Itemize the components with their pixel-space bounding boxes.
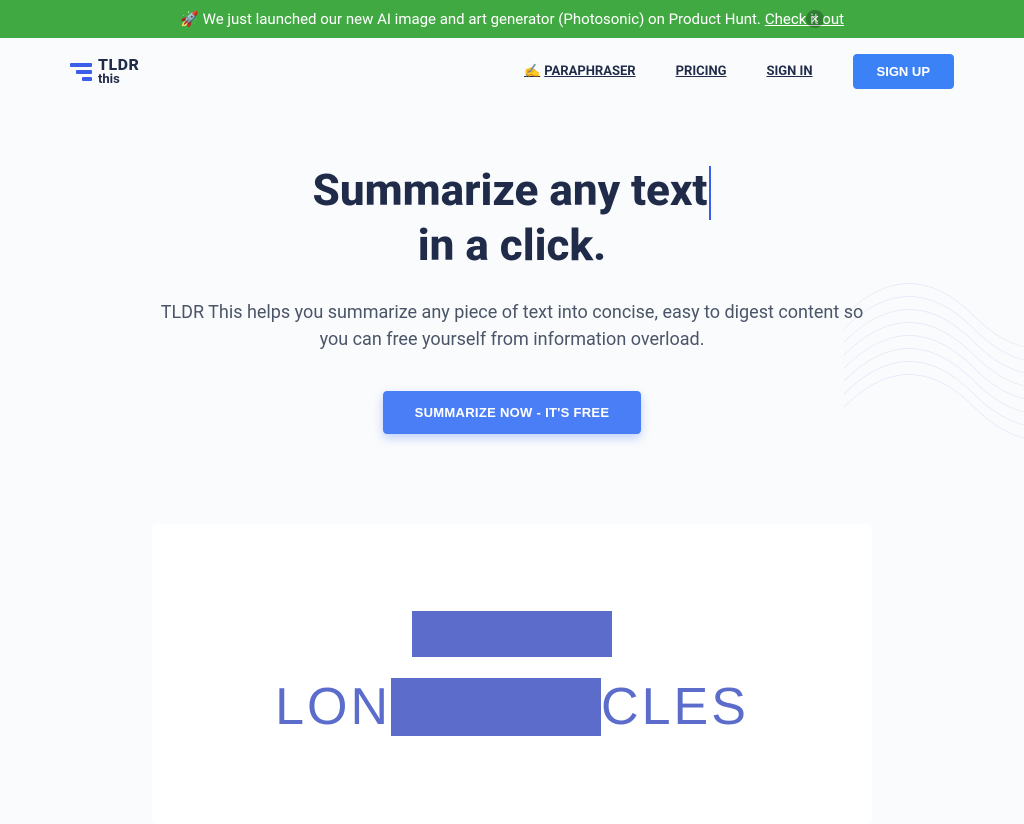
announcement-link[interactable]: Check it out xyxy=(765,10,844,28)
announcement-bar: 🚀 We just launched our new AI image and … xyxy=(0,0,1024,38)
logo-icon xyxy=(70,63,92,81)
demo-text-right: CLES xyxy=(601,677,749,737)
demo-text-left: LON xyxy=(275,677,391,737)
logo-text-tldr: TLDR xyxy=(98,57,139,73)
wave-decoration xyxy=(844,225,1024,485)
writing-hand-icon: ✍️ xyxy=(524,64,540,79)
header: TLDR this ✍️ PARAPHRASER PRICING SIGN IN… xyxy=(0,38,1024,105)
logo[interactable]: TLDR this xyxy=(70,57,139,86)
signup-button[interactable]: SIGN UP xyxy=(853,54,954,89)
nav-signin[interactable]: SIGN IN xyxy=(766,64,812,79)
typing-cursor xyxy=(709,166,711,220)
announcement-text: We just launched our new AI image and ar… xyxy=(203,10,761,28)
nav-paraphraser[interactable]: ✍️ PARAPHRASER xyxy=(524,64,636,79)
demo-highlight-block-2 xyxy=(391,678,601,736)
nav: ✍️ PARAPHRASER PRICING SIGN IN SIGN UP xyxy=(524,54,954,89)
summarize-now-button[interactable]: SUMMARIZE NOW - IT'S FREE xyxy=(383,391,642,434)
rocket-icon: 🚀 xyxy=(180,10,199,28)
nav-pricing[interactable]: PRICING xyxy=(676,64,727,79)
demo-panel: LON CLES xyxy=(152,524,872,824)
logo-text-this: this xyxy=(98,73,139,86)
hero-section: Summarize any text in a click. TLDR This… xyxy=(0,105,1024,464)
close-icon[interactable]: ✕ xyxy=(806,10,824,28)
hero-subtitle: TLDR This helps you summarize any piece … xyxy=(152,299,872,353)
hero-title: Summarize any text in a click. xyxy=(313,165,712,271)
demo-highlight-block xyxy=(412,611,612,657)
